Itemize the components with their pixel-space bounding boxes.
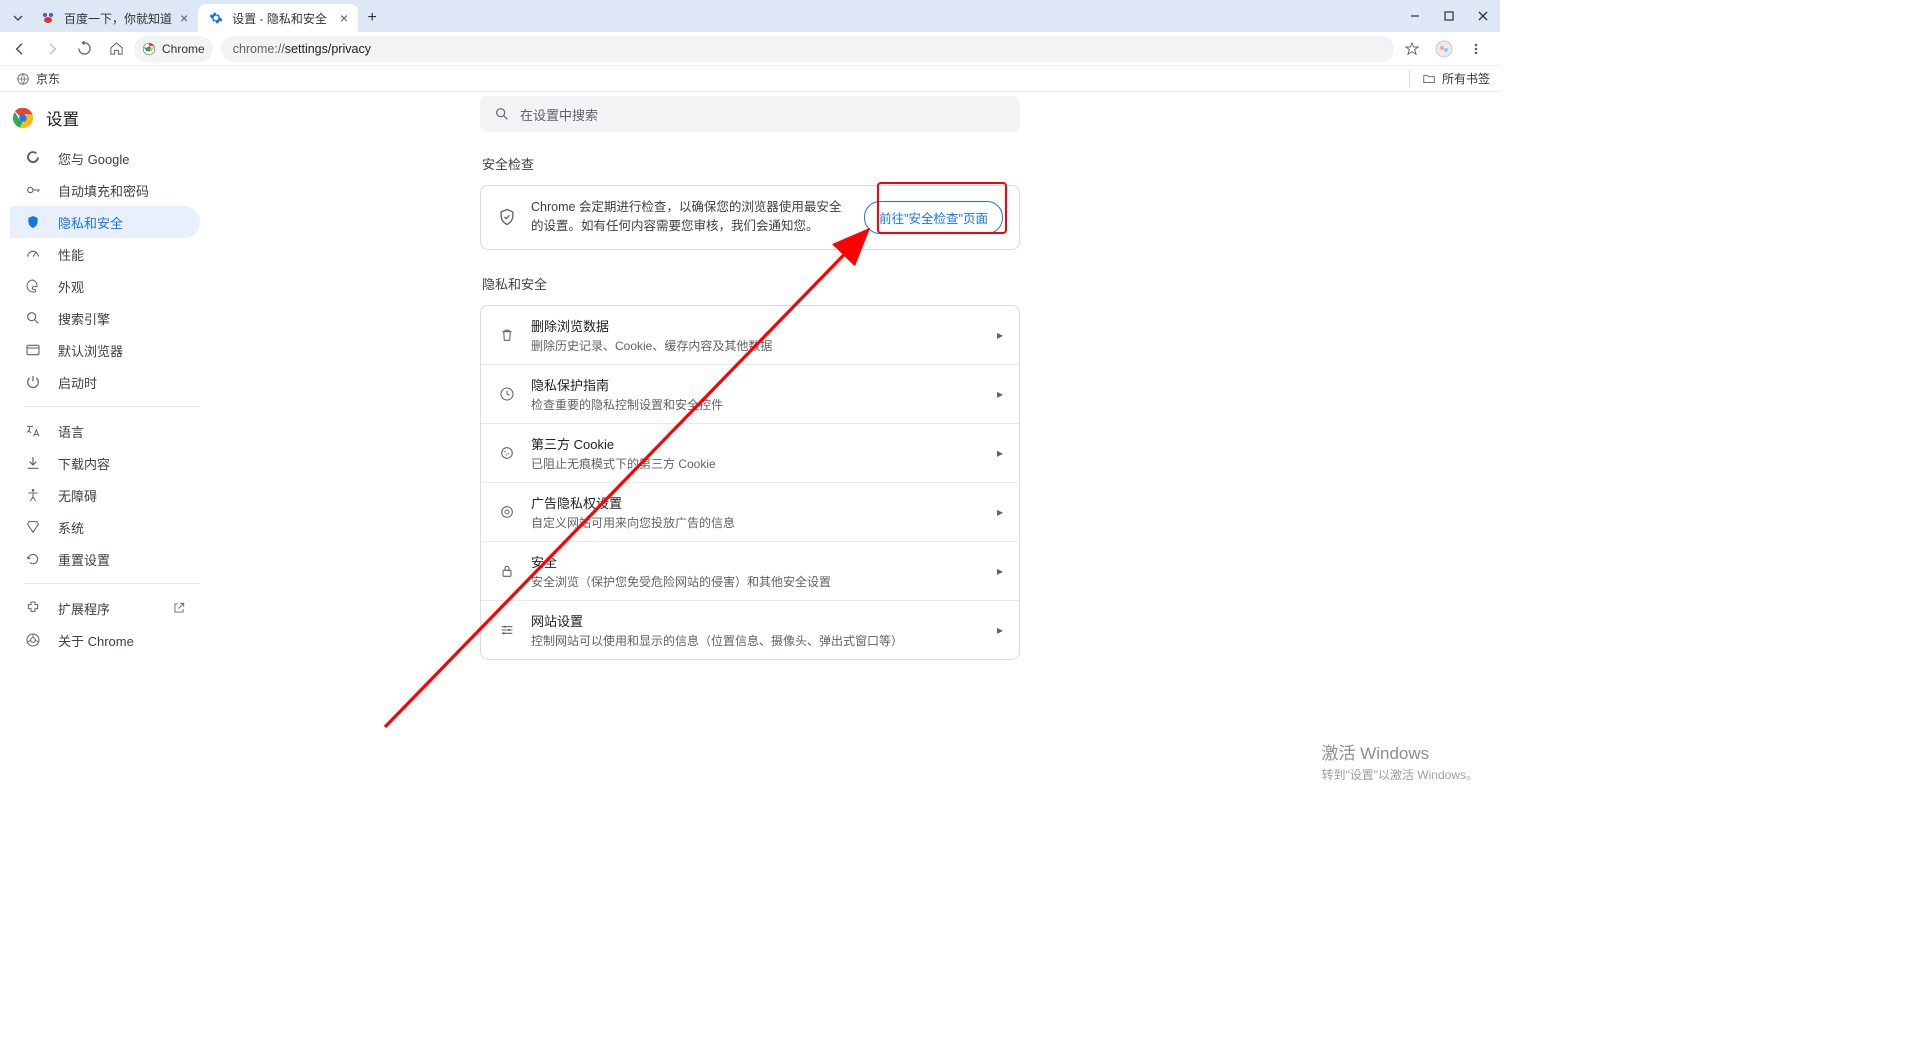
ad-icon (497, 504, 517, 520)
sidenav-reset[interactable]: 重置设置 (10, 543, 200, 575)
speedometer-icon (24, 246, 42, 262)
row-clear-browsing-data[interactable]: 删除浏览数据删除历史记录、Cookie、缓存内容及其他数据 ▸ (481, 306, 1019, 364)
chrome-icon (142, 42, 156, 56)
site-chip[interactable]: Chrome (134, 36, 213, 62)
chevron-right-icon: ▸ (997, 446, 1003, 460)
row-privacy-guide[interactable]: 隐私保护指南检查重要的隐私控制设置和安全控件 ▸ (481, 364, 1019, 423)
palette-icon (24, 278, 42, 294)
all-bookmarks-button[interactable]: 所有书签 (1409, 70, 1490, 87)
sidenav-languages[interactable]: 语言 (10, 415, 200, 447)
separator (24, 583, 200, 584)
compass-icon (497, 386, 517, 402)
bookmarks-bar: 京东 所有书签 (0, 66, 1500, 92)
sidenav-default-browser[interactable]: 默认浏览器 (10, 334, 200, 366)
tab-title: 设置 - 隐私和安全 (232, 10, 327, 27)
safety-check-text: Chrome 会定期进行检查，以确保您的浏览器使用最安全的设置。如有任何内容需要… (531, 198, 850, 237)
extension-icon (24, 600, 42, 616)
system-icon (24, 519, 42, 535)
section-safety-check: 安全检查 (482, 154, 1020, 173)
reload-button[interactable] (70, 35, 98, 63)
row-security[interactable]: 安全安全浏览（保护您免受危险网站的侵害）和其他安全设置 ▸ (481, 541, 1019, 600)
chevron-right-icon: ▸ (997, 505, 1003, 519)
sidenav-you-and-google[interactable]: 您与 Google (10, 142, 200, 174)
sidenav-privacy[interactable]: 隐私和安全 (10, 206, 200, 238)
kebab-menu-icon[interactable] (1462, 35, 1490, 63)
privacy-list: 删除浏览数据删除历史记录、Cookie、缓存内容及其他数据 ▸ 隐私保护指南检查… (480, 305, 1020, 660)
row-ad-privacy[interactable]: 广告隐私权设置自定义网站可用来向您投放广告的信息 ▸ (481, 482, 1019, 541)
windows-activation-watermark: 激活 Windows 转到"设置"以激活 Windows。 (1321, 739, 1478, 783)
download-icon (24, 455, 42, 471)
window-titlebar: 百度一下，你就知道 × 设置 - 隐私和安全 × + (0, 0, 1500, 32)
chrome-outline-icon (24, 632, 42, 648)
search-icon (494, 106, 510, 122)
new-tab-button[interactable]: + (358, 4, 386, 32)
close-icon[interactable]: × (340, 10, 348, 26)
minimize-button[interactable] (1398, 0, 1432, 32)
sidenav-downloads[interactable]: 下载内容 (10, 447, 200, 479)
trash-icon (497, 327, 517, 343)
chip-label: Chrome (162, 42, 205, 56)
sidenav-search-engine[interactable]: 搜索引擎 (10, 302, 200, 334)
profile-avatar[interactable] (1430, 35, 1458, 63)
sidenav-about-chrome[interactable]: 关于 Chrome (10, 624, 200, 656)
close-icon[interactable]: × (180, 10, 188, 26)
separator (24, 406, 200, 407)
settings-page: 设置 您与 Google 自动填充和密码 隐私和安全 性能 外观 搜索引擎 默认… (0, 92, 1500, 813)
bookmark-jd[interactable]: 京东 (10, 68, 66, 89)
baidu-favicon-icon (40, 10, 56, 26)
sidenav-performance[interactable]: 性能 (10, 238, 200, 270)
sliders-icon (497, 622, 517, 638)
reset-icon (24, 551, 42, 567)
settings-search-input[interactable]: 在设置中搜索 (480, 96, 1020, 132)
sidenav-extensions[interactable]: 扩展程序 (10, 592, 200, 624)
google-g-icon (24, 150, 42, 166)
chevron-right-icon: ▸ (997, 623, 1003, 637)
address-bar: Chrome chrome://settings/privacy (0, 32, 1500, 66)
row-site-settings[interactable]: 网站设置控制网站可以使用和显示的信息（位置信息、摄像头、弹出式窗口等） ▸ (481, 600, 1019, 659)
tabsearch-dropdown[interactable] (6, 13, 30, 23)
key-icon (24, 182, 42, 198)
forward-button[interactable] (38, 35, 66, 63)
external-link-icon (172, 601, 186, 615)
tab-title: 百度一下，你就知道 (64, 10, 172, 27)
page-title: 设置 (46, 106, 79, 130)
sidenav-appearance[interactable]: 外观 (10, 270, 200, 302)
chevron-right-icon: ▸ (997, 387, 1003, 401)
gear-icon (208, 10, 224, 26)
chevron-right-icon: ▸ (997, 564, 1003, 578)
sidenav-autofill[interactable]: 自动填充和密码 (10, 174, 200, 206)
home-button[interactable] (102, 35, 130, 63)
translate-icon (24, 423, 42, 439)
search-placeholder: 在设置中搜索 (520, 105, 598, 124)
shield-check-icon (497, 207, 517, 227)
goto-safety-check-button[interactable]: 前往"安全检查"页面 (864, 201, 1003, 234)
window-close-button[interactable] (1466, 0, 1500, 32)
maximize-button[interactable] (1432, 0, 1466, 32)
url-field[interactable]: chrome://settings/privacy (221, 36, 1394, 62)
sidenav-on-startup[interactable]: 启动时 (10, 366, 200, 398)
browser-icon (24, 342, 42, 358)
search-icon (24, 310, 42, 326)
sidenav-accessibility[interactable]: 无障碍 (10, 479, 200, 511)
section-privacy: 隐私和安全 (482, 274, 1020, 293)
browser-tab-settings[interactable]: 设置 - 隐私和安全 × (198, 4, 358, 32)
sidenav-system[interactable]: 系统 (10, 511, 200, 543)
folder-icon (1422, 72, 1436, 86)
settings-header: 设置 (12, 106, 79, 130)
chrome-logo-icon (12, 107, 34, 129)
settings-sidenav: 您与 Google 自动填充和密码 隐私和安全 性能 外观 搜索引擎 默认浏览器… (10, 142, 200, 656)
lock-icon (497, 563, 517, 579)
cookie-icon (497, 445, 517, 461)
globe-icon (16, 72, 30, 86)
safety-check-card: Chrome 会定期进行检查，以确保您的浏览器使用最安全的设置。如有任何内容需要… (480, 185, 1020, 250)
settings-main: 在设置中搜索 安全检查 Chrome 会定期进行检查，以确保您的浏览器使用最安全… (480, 96, 1020, 660)
power-icon (24, 374, 42, 390)
chevron-right-icon: ▸ (997, 328, 1003, 342)
shield-icon (24, 214, 42, 230)
row-third-party-cookies[interactable]: 第三方 Cookie已阻止无痕模式下的第三方 Cookie ▸ (481, 423, 1019, 482)
browser-tab-baidu[interactable]: 百度一下，你就知道 × (30, 4, 198, 32)
accessibility-icon (24, 487, 42, 503)
back-button[interactable] (6, 35, 34, 63)
bookmark-star-icon[interactable] (1398, 35, 1426, 63)
